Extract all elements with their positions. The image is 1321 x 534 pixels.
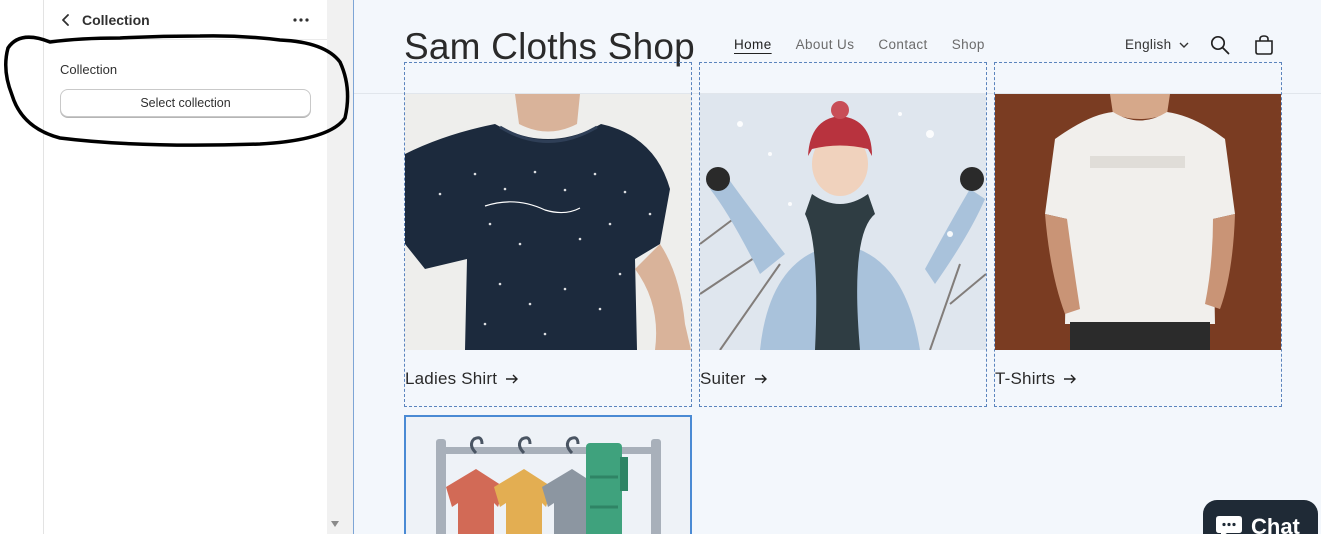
collection-link-t-shirts[interactable]: T-Shirts [995, 369, 1077, 389]
main-nav: Home About Us Contact Shop [734, 37, 985, 52]
clothing-rack-placeholder-icon [406, 417, 690, 534]
selected-collection-card[interactable] [404, 415, 692, 534]
language-selector[interactable]: English [1125, 37, 1189, 52]
collection-link-ladies-shirt[interactable]: Ladies Shirt [405, 369, 519, 389]
nav-shop[interactable]: Shop [952, 37, 985, 52]
editor-root: Collection Collection Select collection … [0, 0, 1321, 534]
cart-icon[interactable] [1253, 34, 1275, 56]
editor-left-strip [0, 0, 44, 534]
collection-setting-label: Collection [60, 62, 118, 77]
select-collection-button[interactable]: Select collection [60, 89, 311, 117]
scroll-down-arrow-icon[interactable] [331, 521, 339, 527]
sidebar-scrollbar[interactable] [327, 0, 344, 534]
arrow-right-icon [1064, 374, 1077, 384]
nav-about-us[interactable]: About Us [796, 37, 855, 52]
arrow-right-icon [506, 374, 519, 384]
panel-divider [344, 0, 353, 534]
collection-title: Suiter [700, 369, 746, 388]
storefront-preview: Sam Cloths Shop Home About Us Contact Sh… [353, 0, 1321, 534]
chevron-left-icon[interactable] [58, 12, 74, 28]
collection-card[interactable]: Ladies Shirt [404, 62, 692, 407]
collection-image-ladies-shirt[interactable] [405, 94, 691, 350]
chat-button[interactable]: Chat [1203, 500, 1318, 534]
collection-card[interactable]: T-Shirts [994, 62, 1282, 407]
language-label: English [1125, 37, 1172, 52]
nav-contact[interactable]: Contact [878, 37, 927, 52]
nav-home[interactable]: Home [734, 37, 772, 52]
collection-image-suiter[interactable] [700, 94, 986, 350]
chat-bubble-icon [1216, 516, 1242, 534]
section-settings-sidebar: Collection Collection Select collection [44, 0, 327, 534]
arrow-right-icon [754, 374, 767, 384]
more-horizontal-icon[interactable] [291, 12, 311, 28]
collection-image-t-shirts[interactable] [995, 94, 1281, 350]
collection-title: T-Shirts [995, 369, 1056, 388]
collection-card[interactable]: Suiter [699, 62, 987, 407]
sidebar-title: Collection [82, 11, 150, 28]
collection-link-suiter[interactable]: Suiter [700, 369, 768, 389]
chat-label: Chat [1251, 514, 1300, 534]
sidebar-header: Collection [44, 0, 327, 40]
search-icon[interactable] [1209, 34, 1231, 56]
collection-title: Ladies Shirt [405, 369, 498, 388]
chevron-down-icon [1179, 42, 1189, 48]
